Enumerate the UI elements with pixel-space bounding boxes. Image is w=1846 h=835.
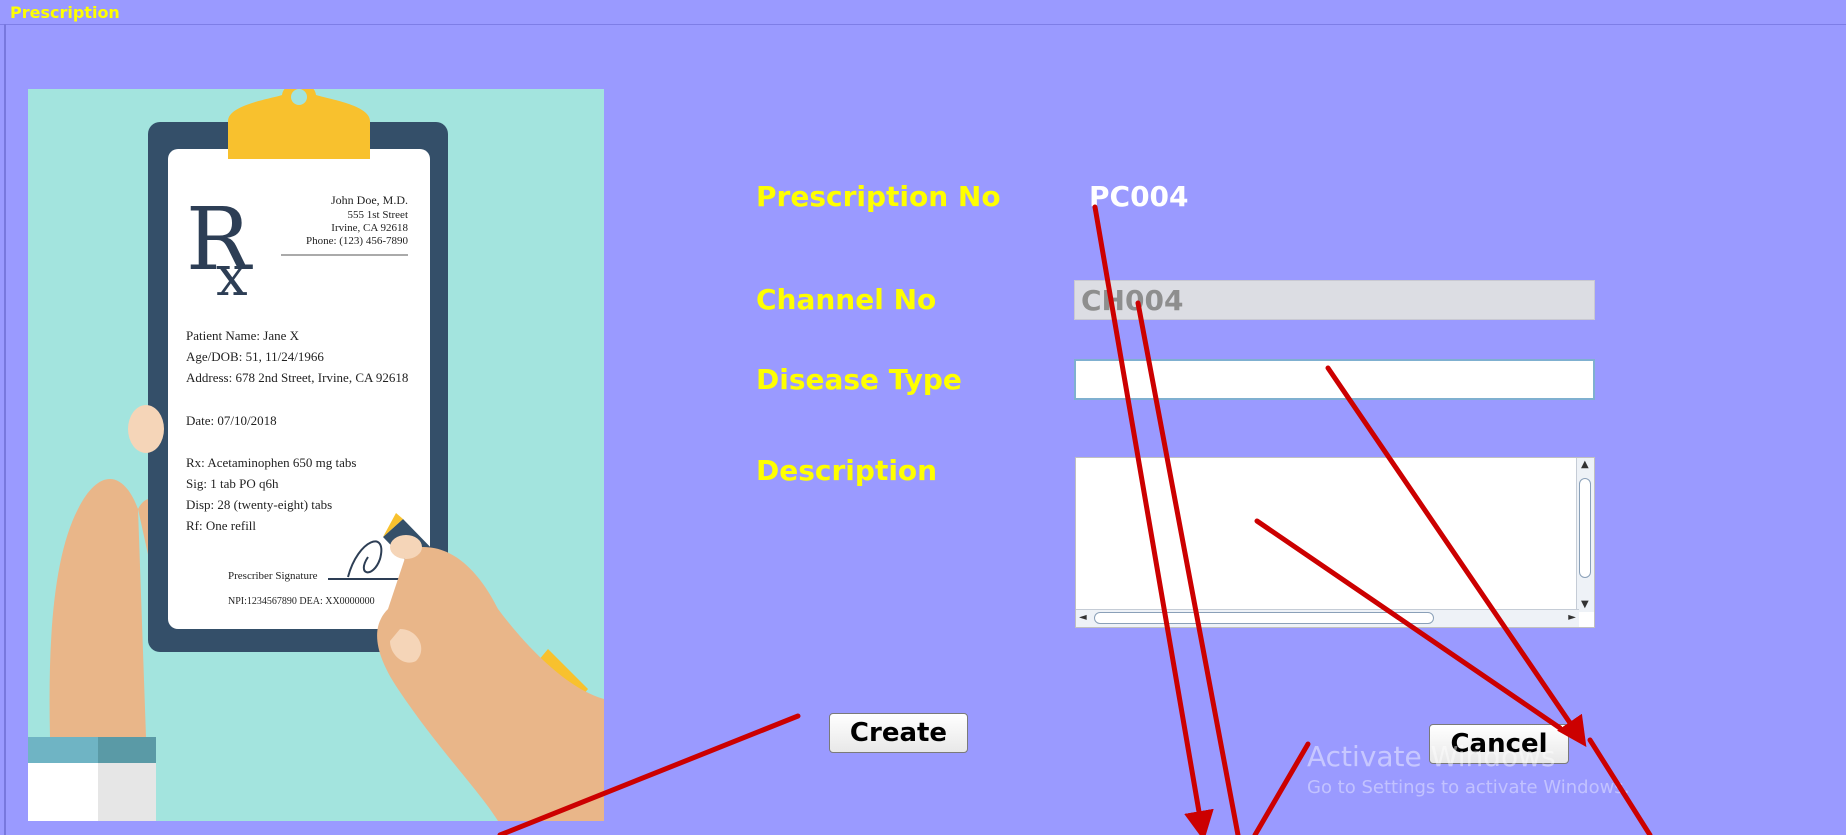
arrow-cancel-down: [1587, 737, 1653, 835]
arrow-prescription-no: [1092, 204, 1214, 835]
arrow-description: [1254, 518, 1563, 731]
arrow-create: [497, 713, 801, 835]
arrow-disease-type: [1325, 365, 1587, 747]
arrow-bottom-v: [1252, 741, 1311, 835]
annotation-arrows: [497, 204, 1653, 835]
